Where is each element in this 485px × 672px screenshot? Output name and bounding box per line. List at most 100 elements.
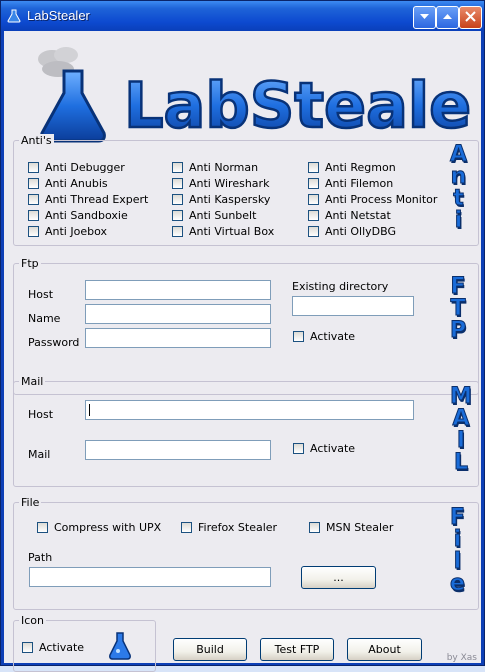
checkbox-label: Anti Process Monitor	[325, 193, 438, 206]
checkbox-box[interactable]	[22, 642, 33, 653]
side-letter: e	[450, 571, 466, 596]
side-letter: i	[453, 527, 462, 552]
close-icon	[465, 11, 476, 22]
anti-wireshark-checkbox[interactable]: Anti Wireshark	[172, 177, 269, 190]
checkbox-box[interactable]	[181, 522, 192, 533]
side-letter: I	[456, 428, 466, 453]
checkbox-box[interactable]	[308, 210, 319, 221]
side-letter: l	[453, 549, 462, 574]
checkbox-box[interactable]	[172, 178, 183, 189]
side-letter: P	[449, 318, 467, 343]
side-letter: M	[450, 384, 473, 409]
anti-ollydbg-checkbox[interactable]: Anti OllyDBG	[308, 225, 396, 238]
anti-sandboxie-checkbox[interactable]: Anti Sandboxie	[28, 209, 128, 222]
compress-upx-checkbox[interactable]: Compress with UPX	[37, 521, 161, 534]
checkbox-box[interactable]	[28, 226, 39, 237]
path-label: Path	[28, 551, 53, 564]
about-button[interactable]: About	[347, 638, 422, 661]
mail-host-input[interactable]	[85, 400, 414, 420]
maximize-icon	[443, 14, 452, 19]
anti-anubis-checkbox[interactable]: Anti Anubis	[28, 177, 108, 190]
checkbox-box[interactable]	[172, 226, 183, 237]
checkbox-label: Anti Thread Expert	[45, 193, 149, 206]
checkbox-label: Anti Debugger	[45, 161, 125, 174]
minimize-button[interactable]	[413, 6, 436, 29]
anti-thread-expert-checkbox[interactable]: Anti Thread Expert	[28, 193, 148, 206]
anti-kaspersky-checkbox[interactable]: Anti Kaspersky	[172, 193, 270, 206]
test-ftp-button[interactable]: Test FTP	[260, 638, 334, 661]
checkbox-label: Activate	[310, 330, 356, 343]
checkbox-box[interactable]	[28, 210, 39, 221]
checkbox-box[interactable]	[172, 210, 183, 221]
minimize-icon	[420, 14, 429, 19]
anti-norman-checkbox[interactable]: Anti Norman	[172, 161, 258, 174]
checkbox-box[interactable]	[293, 443, 304, 454]
checkbox-box[interactable]	[293, 331, 304, 342]
checkbox-label: MSN Stealer	[326, 521, 394, 534]
file-side-title: F i l e	[449, 506, 466, 596]
close-button[interactable]	[459, 6, 482, 29]
author-credit: by Xas	[446, 653, 477, 663]
checkbox-box[interactable]	[308, 226, 319, 237]
browse-button[interactable]: ...	[301, 566, 376, 589]
checkbox-box[interactable]	[28, 194, 39, 205]
antis-legend: Anti's	[19, 134, 54, 147]
title-bar[interactable]: LabStealer	[1, 1, 484, 31]
checkbox-box[interactable]	[308, 178, 319, 189]
checkbox-label: Compress with UPX	[54, 521, 162, 534]
ftp-host-label: Host	[28, 288, 54, 301]
anti-regmon-checkbox[interactable]: Anti Regmon	[308, 161, 396, 174]
mail-group: Mail Host Mail Activate M A I L	[13, 375, 479, 487]
checkbox-box[interactable]	[172, 162, 183, 173]
checkbox-label: Activate	[39, 641, 85, 654]
ftp-activate-checkbox[interactable]: Activate	[293, 330, 355, 343]
checkbox-label: Activate	[310, 442, 356, 455]
file-legend: File	[19, 496, 42, 509]
ftp-name-label: Name	[28, 312, 61, 325]
maximize-button[interactable]	[436, 6, 459, 29]
side-letter: A	[449, 142, 468, 167]
anti-filemon-checkbox[interactable]: Anti Filemon	[308, 177, 393, 190]
checkbox-box[interactable]	[308, 162, 319, 173]
checkbox-box[interactable]	[172, 194, 183, 205]
mail-address-input[interactable]	[85, 440, 271, 460]
checkbox-label: Anti Sunbelt	[189, 209, 257, 222]
logo-text: LabStealer	[124, 69, 470, 142]
flask-icon[interactable]	[109, 631, 131, 661]
anti-virtual-box-checkbox[interactable]: Anti Virtual Box	[172, 225, 274, 238]
checkbox-label: Anti OllyDBG	[325, 225, 396, 238]
flask-icon	[7, 9, 21, 23]
checkbox-box[interactable]	[28, 162, 39, 173]
main-panel: LabStealer Anti's Anti Debugger Anti Anu…	[4, 31, 481, 672]
side-letter: F	[450, 274, 466, 299]
checkbox-label: Anti Anubis	[45, 177, 108, 190]
anti-sunbelt-checkbox[interactable]: Anti Sunbelt	[172, 209, 256, 222]
mail-activate-checkbox[interactable]: Activate	[293, 442, 355, 455]
checkbox-box[interactable]	[309, 522, 320, 533]
checkbox-label: Firefox Stealer	[198, 521, 278, 534]
anti-netstat-checkbox[interactable]: Anti Netstat	[308, 209, 391, 222]
icon-activate-checkbox[interactable]: Activate	[22, 641, 84, 654]
checkbox-label: Anti Regmon	[325, 161, 396, 174]
ftp-name-input[interactable]	[85, 304, 271, 324]
ftp-legend: Ftp	[19, 257, 41, 270]
side-letter: n	[450, 164, 467, 189]
build-button[interactable]: Build	[173, 638, 247, 661]
ftp-side-title: F T P	[449, 274, 467, 343]
anti-joebox-checkbox[interactable]: Anti Joebox	[28, 225, 107, 238]
file-group: File Compress with UPX Firefox Stealer M…	[13, 496, 479, 610]
window-title: LabStealer	[27, 8, 90, 23]
msn-stealer-checkbox[interactable]: MSN Stealer	[309, 521, 393, 534]
anti-debugger-checkbox[interactable]: Anti Debugger	[28, 161, 125, 174]
firefox-stealer-checkbox[interactable]: Firefox Stealer	[181, 521, 277, 534]
ftp-host-input[interactable]	[85, 280, 271, 300]
checkbox-box[interactable]	[28, 178, 39, 189]
antis-side-title: A n t i	[449, 142, 468, 232]
ftp-password-input[interactable]	[85, 328, 271, 348]
path-input[interactable]	[29, 567, 271, 587]
checkbox-box[interactable]	[308, 194, 319, 205]
existing-directory-input[interactable]	[292, 296, 414, 316]
checkbox-box[interactable]	[37, 522, 48, 533]
icon-legend: Icon	[19, 614, 46, 627]
anti-process-monitor-checkbox[interactable]: Anti Process Monitor	[308, 193, 437, 206]
